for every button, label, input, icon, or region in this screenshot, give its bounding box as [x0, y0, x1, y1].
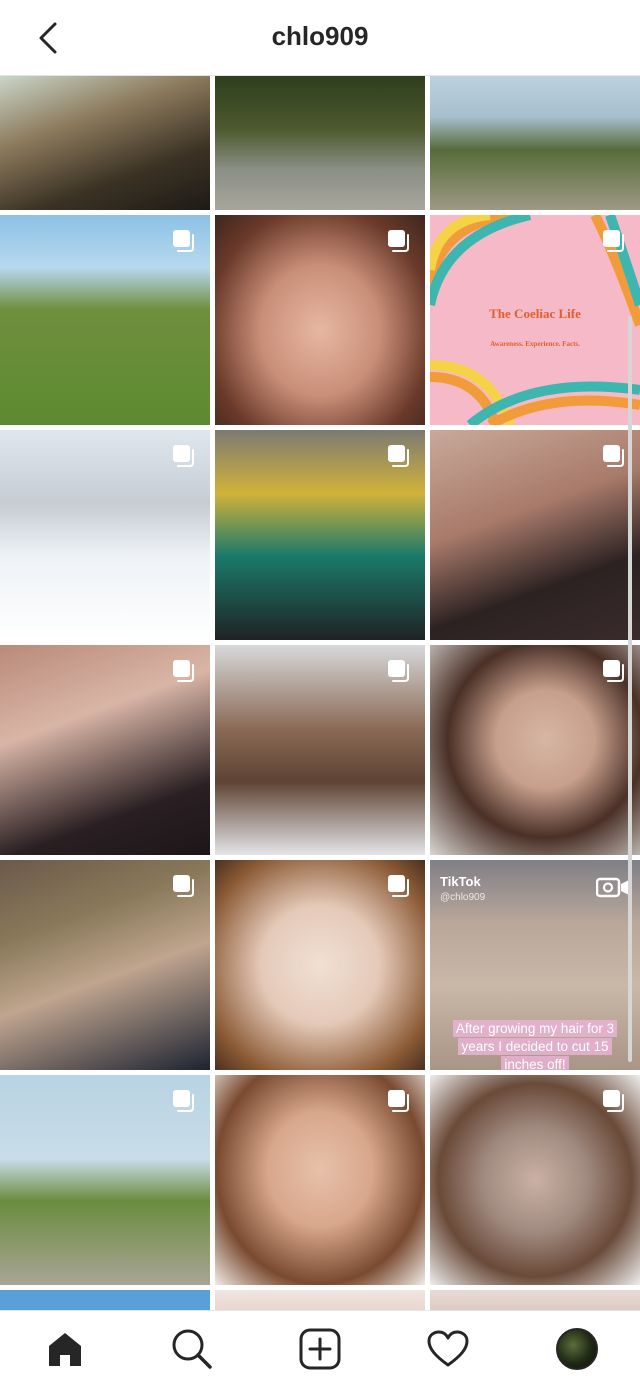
post-thumbnail	[430, 76, 640, 210]
post-snow-couple[interactable]	[215, 430, 425, 640]
scrollbar[interactable]	[628, 316, 632, 1062]
carousel-icon	[172, 1089, 196, 1113]
tab-new-post[interactable]	[298, 1327, 342, 1371]
profile-username: chlo909	[271, 21, 369, 51]
post-partial-3[interactable]	[430, 1290, 640, 1310]
tiktok-handle: @chlo909	[440, 892, 486, 903]
video-caption: After growing my hair for 3 years I deci…	[452, 1020, 618, 1070]
post-tiktok-pavement[interactable]: TikTok @chlo909 After growing my hair for …	[430, 860, 640, 1070]
tab-activity[interactable]	[426, 1327, 470, 1371]
post-curly-makeup[interactable]	[215, 1075, 425, 1285]
home-icon	[49, 1333, 81, 1366]
post-selfie-sunset[interactable]	[0, 76, 210, 210]
post-curly-tanktop[interactable]	[430, 1075, 640, 1285]
post-thumbnail	[0, 1290, 210, 1310]
search-icon	[172, 1329, 212, 1369]
post-partial-1[interactable]	[0, 1290, 210, 1310]
post-thumbnail	[215, 1290, 425, 1310]
tiktok-watermark: TikTok	[440, 874, 481, 889]
post-partial-2[interactable]	[215, 1290, 425, 1310]
post-countryside-path[interactable]	[430, 76, 640, 210]
carousel-icon	[172, 444, 196, 468]
graphic-title: The Coeliac Life	[489, 306, 581, 321]
carousel-icon	[172, 874, 196, 898]
carousel-icon	[387, 874, 411, 898]
post-bob-makeup[interactable]	[430, 645, 640, 855]
post-glasses-dog[interactable]	[430, 430, 640, 640]
post-flower-makeup[interactable]	[215, 860, 425, 1070]
carousel-icon	[172, 659, 196, 683]
video-caption-text: After growing my hair for 3 years I deci…	[452, 1020, 618, 1070]
carousel-icon	[602, 1089, 626, 1113]
carousel-icon	[387, 444, 411, 468]
carousel-icon	[387, 229, 411, 253]
post-thumbnail	[430, 1290, 640, 1310]
tab-profile[interactable]	[555, 1327, 599, 1371]
carousel-icon	[387, 659, 411, 683]
post-thumbnail	[0, 76, 210, 210]
post-coeliac-graphic[interactable]: The Coeliac Life Awareness. Experience. F…	[430, 215, 640, 425]
post-glasses-selfie[interactable]	[0, 645, 210, 855]
bottom-tab-bar	[0, 1310, 640, 1386]
post-lane-walk[interactable]	[0, 1075, 210, 1285]
post-snow-walk[interactable]	[0, 430, 210, 640]
tab-search[interactable]	[170, 1327, 214, 1371]
carousel-icon	[387, 1089, 411, 1113]
posts-grid: The Coeliac Life Awareness. Experience. F…	[0, 76, 640, 1310]
new-post-icon	[299, 1328, 341, 1370]
carousel-icon	[602, 229, 626, 253]
post-couple-legs-garden[interactable]	[215, 76, 425, 210]
post-rainbow-makeup[interactable]	[215, 215, 425, 425]
video-camera-icon	[595, 874, 630, 900]
top-bar: chlo909	[0, 0, 640, 76]
profile-avatar	[556, 1328, 598, 1370]
carousel-icon	[602, 444, 626, 468]
post-christmas-tree-couple[interactable]	[0, 860, 210, 1070]
carousel-icon	[602, 659, 626, 683]
tab-home[interactable]	[43, 1327, 87, 1371]
carousel-icon	[172, 229, 196, 253]
post-thumbnail	[215, 76, 425, 210]
post-field-dog[interactable]	[0, 215, 210, 425]
activity-heart-icon	[427, 1330, 469, 1367]
post-snowy-forest-path[interactable]	[215, 645, 425, 855]
graphic-subtitle: Awareness. Experience. Facts.	[490, 340, 580, 348]
